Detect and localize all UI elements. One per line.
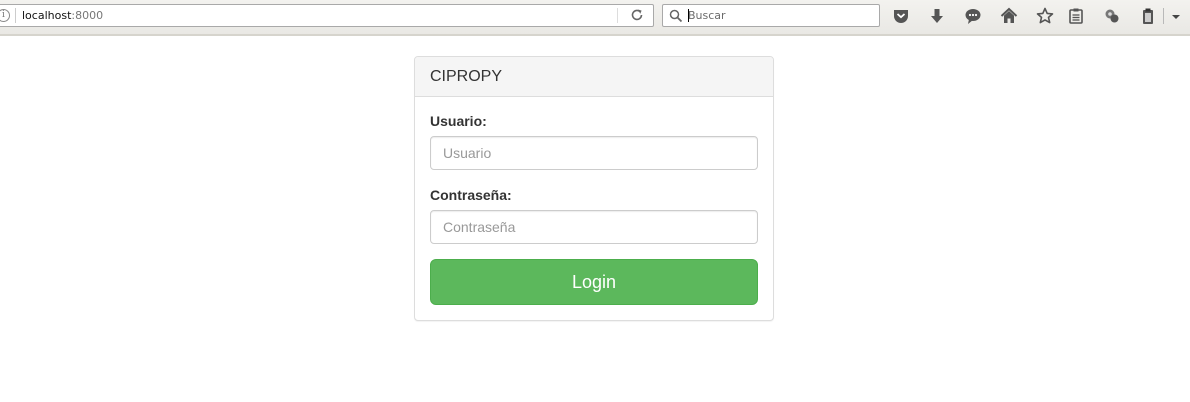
password-input[interactable] — [430, 210, 758, 244]
url-host: localhost — [22, 9, 72, 22]
extension-icon[interactable] — [1102, 6, 1122, 26]
menu-chevron-icon[interactable] — [1171, 9, 1181, 19]
username-label: Usuario: — [430, 113, 487, 129]
bookmark-star-icon[interactable] — [1035, 6, 1055, 26]
pocket-icon[interactable] — [891, 6, 911, 26]
search-placeholder: Buscar — [688, 9, 726, 22]
browser-toolbar: i localhost:8000 Buscar — [0, 0, 1190, 36]
url-bar[interactable]: i localhost:8000 — [0, 4, 654, 27]
url-port: :8000 — [71, 9, 104, 22]
chat-icon[interactable] — [963, 6, 983, 26]
site-info-icon[interactable]: i — [0, 9, 10, 22]
toolbar-divider — [1163, 8, 1164, 24]
clipboard-icon[interactable] — [1138, 6, 1158, 26]
url-divider — [15, 8, 16, 23]
search-bar[interactable]: Buscar — [662, 4, 880, 27]
login-panel: CIPROPY Usuario: Contraseña: Login — [414, 56, 774, 321]
download-icon[interactable] — [927, 6, 947, 26]
url-text[interactable]: localhost:8000 — [22, 9, 103, 22]
reload-divider — [617, 8, 618, 23]
password-label: Contraseña: — [430, 187, 512, 203]
login-button[interactable]: Login — [430, 259, 758, 305]
reload-icon[interactable] — [629, 7, 645, 25]
panel-title: CIPROPY — [415, 57, 773, 97]
search-icon — [669, 9, 683, 23]
reader-list-icon[interactable] — [1066, 6, 1086, 26]
username-input[interactable] — [430, 136, 758, 170]
toolbar-border — [0, 34, 1190, 36]
home-icon[interactable] — [999, 6, 1019, 26]
text-caret — [688, 9, 689, 22]
